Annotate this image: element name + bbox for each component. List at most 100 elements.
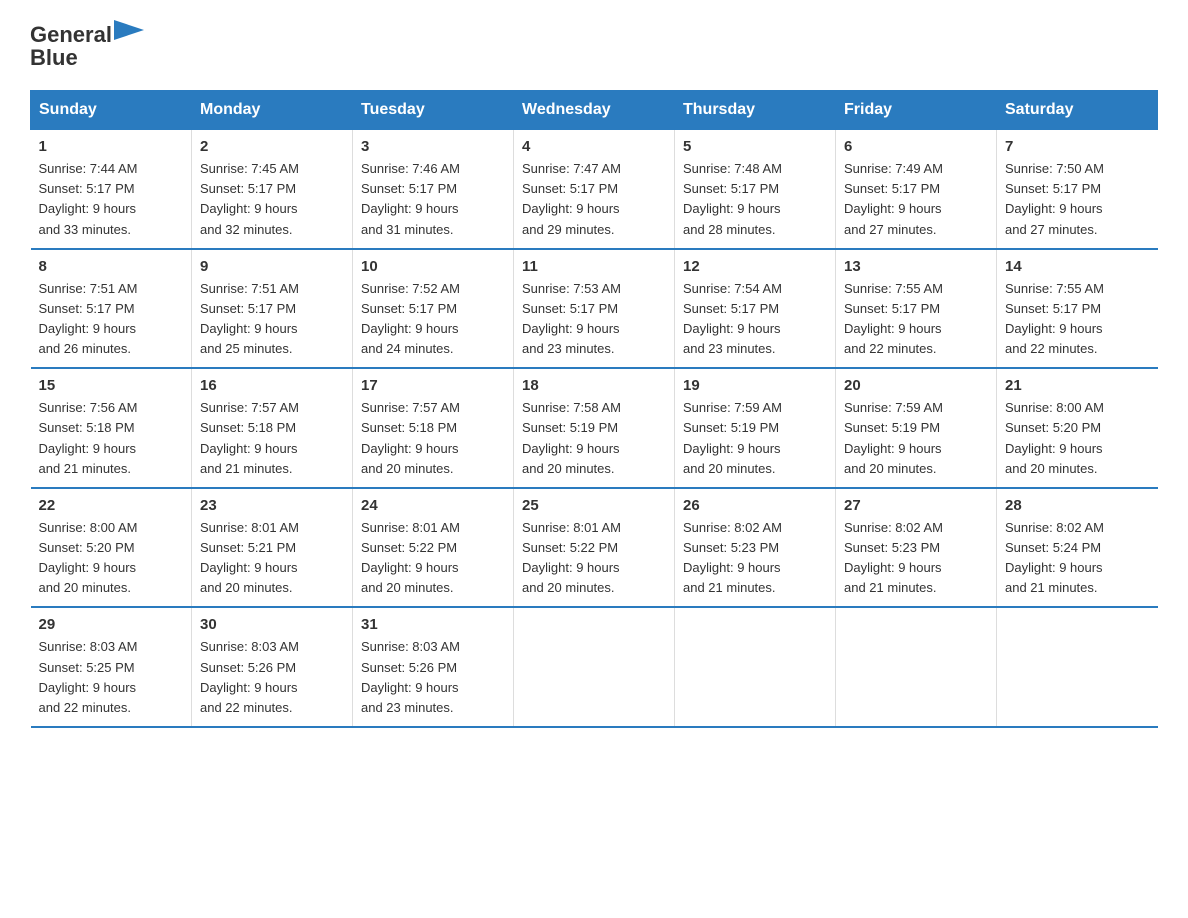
day-info: Sunrise: 8:02 AMSunset: 5:23 PMDaylight:… bbox=[683, 520, 782, 595]
day-number: 14 bbox=[1005, 258, 1150, 275]
day-info: Sunrise: 8:02 AMSunset: 5:23 PMDaylight:… bbox=[844, 520, 943, 595]
day-info: Sunrise: 7:47 AMSunset: 5:17 PMDaylight:… bbox=[522, 161, 621, 236]
day-info: Sunrise: 8:03 AMSunset: 5:26 PMDaylight:… bbox=[361, 639, 460, 714]
day-number: 22 bbox=[39, 497, 184, 514]
calendar-cell: 11 Sunrise: 7:53 AMSunset: 5:17 PMDaylig… bbox=[514, 249, 675, 369]
day-number: 16 bbox=[200, 377, 344, 394]
calendar-cell: 29 Sunrise: 8:03 AMSunset: 5:25 PMDaylig… bbox=[31, 607, 192, 727]
day-info: Sunrise: 7:55 AMSunset: 5:17 PMDaylight:… bbox=[1005, 281, 1104, 356]
day-info: Sunrise: 7:46 AMSunset: 5:17 PMDaylight:… bbox=[361, 161, 460, 236]
header-cell-sunday: Sunday bbox=[31, 91, 192, 130]
day-number: 23 bbox=[200, 497, 344, 514]
day-info: Sunrise: 7:45 AMSunset: 5:17 PMDaylight:… bbox=[200, 161, 299, 236]
logo-text-blue: Blue bbox=[30, 45, 78, 70]
calendar-cell: 12 Sunrise: 7:54 AMSunset: 5:17 PMDaylig… bbox=[675, 249, 836, 369]
day-number: 10 bbox=[361, 258, 505, 275]
calendar-cell bbox=[997, 607, 1158, 727]
day-info: Sunrise: 7:50 AMSunset: 5:17 PMDaylight:… bbox=[1005, 161, 1104, 236]
header-row: SundayMondayTuesdayWednesdayThursdayFrid… bbox=[31, 91, 1158, 130]
calendar-cell: 16 Sunrise: 7:57 AMSunset: 5:18 PMDaylig… bbox=[192, 368, 353, 488]
page-header: General Blue bbox=[30, 20, 1158, 70]
day-info: Sunrise: 8:03 AMSunset: 5:25 PMDaylight:… bbox=[39, 639, 138, 714]
day-info: Sunrise: 7:53 AMSunset: 5:17 PMDaylight:… bbox=[522, 281, 621, 356]
day-number: 20 bbox=[844, 377, 988, 394]
calendar-cell: 21 Sunrise: 8:00 AMSunset: 5:20 PMDaylig… bbox=[997, 368, 1158, 488]
calendar-cell: 26 Sunrise: 8:02 AMSunset: 5:23 PMDaylig… bbox=[675, 488, 836, 608]
day-number: 30 bbox=[200, 616, 344, 633]
calendar-cell: 23 Sunrise: 8:01 AMSunset: 5:21 PMDaylig… bbox=[192, 488, 353, 608]
day-number: 17 bbox=[361, 377, 505, 394]
day-info: Sunrise: 7:52 AMSunset: 5:17 PMDaylight:… bbox=[361, 281, 460, 356]
day-number: 5 bbox=[683, 138, 827, 155]
day-number: 21 bbox=[1005, 377, 1150, 394]
day-info: Sunrise: 7:51 AMSunset: 5:17 PMDaylight:… bbox=[39, 281, 138, 356]
day-number: 8 bbox=[39, 258, 184, 275]
day-number: 11 bbox=[522, 258, 666, 275]
calendar-cell: 30 Sunrise: 8:03 AMSunset: 5:26 PMDaylig… bbox=[192, 607, 353, 727]
logo: General Blue bbox=[30, 20, 144, 70]
calendar-cell: 3 Sunrise: 7:46 AMSunset: 5:17 PMDayligh… bbox=[353, 130, 514, 249]
calendar-cell: 7 Sunrise: 7:50 AMSunset: 5:17 PMDayligh… bbox=[997, 130, 1158, 249]
day-number: 13 bbox=[844, 258, 988, 275]
day-info: Sunrise: 7:51 AMSunset: 5:17 PMDaylight:… bbox=[200, 281, 299, 356]
calendar-cell: 25 Sunrise: 8:01 AMSunset: 5:22 PMDaylig… bbox=[514, 488, 675, 608]
day-info: Sunrise: 7:57 AMSunset: 5:18 PMDaylight:… bbox=[361, 400, 460, 475]
day-info: Sunrise: 7:49 AMSunset: 5:17 PMDaylight:… bbox=[844, 161, 943, 236]
calendar-cell bbox=[514, 607, 675, 727]
day-info: Sunrise: 8:03 AMSunset: 5:26 PMDaylight:… bbox=[200, 639, 299, 714]
day-number: 6 bbox=[844, 138, 988, 155]
calendar-week-row: 15 Sunrise: 7:56 AMSunset: 5:18 PMDaylig… bbox=[31, 368, 1158, 488]
calendar-cell: 2 Sunrise: 7:45 AMSunset: 5:17 PMDayligh… bbox=[192, 130, 353, 249]
day-info: Sunrise: 8:01 AMSunset: 5:22 PMDaylight:… bbox=[522, 520, 621, 595]
calendar-cell: 17 Sunrise: 7:57 AMSunset: 5:18 PMDaylig… bbox=[353, 368, 514, 488]
day-number: 31 bbox=[361, 616, 505, 633]
day-number: 28 bbox=[1005, 497, 1150, 514]
day-number: 29 bbox=[39, 616, 184, 633]
day-number: 4 bbox=[522, 138, 666, 155]
day-info: Sunrise: 8:02 AMSunset: 5:24 PMDaylight:… bbox=[1005, 520, 1104, 595]
header-cell-tuesday: Tuesday bbox=[353, 91, 514, 130]
header-cell-saturday: Saturday bbox=[997, 91, 1158, 130]
calendar-cell: 15 Sunrise: 7:56 AMSunset: 5:18 PMDaylig… bbox=[31, 368, 192, 488]
day-info: Sunrise: 8:01 AMSunset: 5:21 PMDaylight:… bbox=[200, 520, 299, 595]
calendar-header: SundayMondayTuesdayWednesdayThursdayFrid… bbox=[31, 91, 1158, 130]
day-number: 24 bbox=[361, 497, 505, 514]
day-info: Sunrise: 7:44 AMSunset: 5:17 PMDaylight:… bbox=[39, 161, 138, 236]
day-info: Sunrise: 7:48 AMSunset: 5:17 PMDaylight:… bbox=[683, 161, 782, 236]
day-info: Sunrise: 7:59 AMSunset: 5:19 PMDaylight:… bbox=[683, 400, 782, 475]
calendar-cell: 19 Sunrise: 7:59 AMSunset: 5:19 PMDaylig… bbox=[675, 368, 836, 488]
calendar-cell: 28 Sunrise: 8:02 AMSunset: 5:24 PMDaylig… bbox=[997, 488, 1158, 608]
calendar-cell: 8 Sunrise: 7:51 AMSunset: 5:17 PMDayligh… bbox=[31, 249, 192, 369]
header-cell-friday: Friday bbox=[836, 91, 997, 130]
header-cell-thursday: Thursday bbox=[675, 91, 836, 130]
day-info: Sunrise: 8:00 AMSunset: 5:20 PMDaylight:… bbox=[1005, 400, 1104, 475]
calendar-cell: 20 Sunrise: 7:59 AMSunset: 5:19 PMDaylig… bbox=[836, 368, 997, 488]
calendar-cell: 24 Sunrise: 8:01 AMSunset: 5:22 PMDaylig… bbox=[353, 488, 514, 608]
day-info: Sunrise: 7:56 AMSunset: 5:18 PMDaylight:… bbox=[39, 400, 138, 475]
day-number: 3 bbox=[361, 138, 505, 155]
header-cell-monday: Monday bbox=[192, 91, 353, 130]
calendar-cell: 5 Sunrise: 7:48 AMSunset: 5:17 PMDayligh… bbox=[675, 130, 836, 249]
day-info: Sunrise: 7:59 AMSunset: 5:19 PMDaylight:… bbox=[844, 400, 943, 475]
day-number: 18 bbox=[522, 377, 666, 394]
calendar-cell: 10 Sunrise: 7:52 AMSunset: 5:17 PMDaylig… bbox=[353, 249, 514, 369]
day-number: 7 bbox=[1005, 138, 1150, 155]
day-info: Sunrise: 8:00 AMSunset: 5:20 PMDaylight:… bbox=[39, 520, 138, 595]
calendar-cell: 14 Sunrise: 7:55 AMSunset: 5:17 PMDaylig… bbox=[997, 249, 1158, 369]
day-number: 26 bbox=[683, 497, 827, 514]
calendar-table: SundayMondayTuesdayWednesdayThursdayFrid… bbox=[30, 90, 1158, 728]
calendar-week-row: 29 Sunrise: 8:03 AMSunset: 5:25 PMDaylig… bbox=[31, 607, 1158, 727]
calendar-week-row: 1 Sunrise: 7:44 AMSunset: 5:17 PMDayligh… bbox=[31, 130, 1158, 249]
day-number: 19 bbox=[683, 377, 827, 394]
calendar-body: 1 Sunrise: 7:44 AMSunset: 5:17 PMDayligh… bbox=[31, 130, 1158, 727]
day-info: Sunrise: 7:54 AMSunset: 5:17 PMDaylight:… bbox=[683, 281, 782, 356]
day-number: 25 bbox=[522, 497, 666, 514]
logo-text-general: General bbox=[30, 23, 112, 47]
calendar-cell bbox=[675, 607, 836, 727]
calendar-cell: 31 Sunrise: 8:03 AMSunset: 5:26 PMDaylig… bbox=[353, 607, 514, 727]
day-number: 15 bbox=[39, 377, 184, 394]
day-number: 12 bbox=[683, 258, 827, 275]
calendar-cell bbox=[836, 607, 997, 727]
calendar-cell: 27 Sunrise: 8:02 AMSunset: 5:23 PMDaylig… bbox=[836, 488, 997, 608]
day-number: 27 bbox=[844, 497, 988, 514]
